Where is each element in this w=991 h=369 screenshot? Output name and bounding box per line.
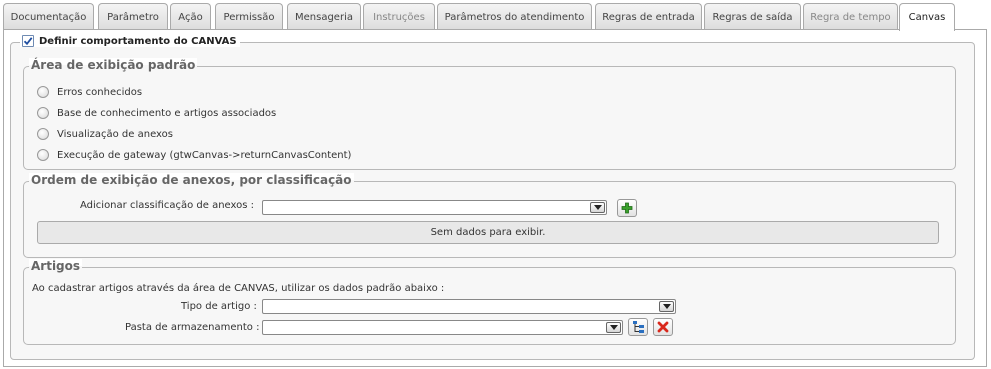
article-type-label: Tipo de artigo : xyxy=(181,301,257,312)
storage-folder-select[interactable] xyxy=(262,320,623,335)
browse-folder-button[interactable] xyxy=(628,318,648,336)
clear-folder-button[interactable] xyxy=(653,318,673,336)
tab-permissao[interactable]: Permissão xyxy=(215,3,283,30)
plus-icon xyxy=(621,202,633,214)
add-classification-label: Adicionar classificação de anexos : xyxy=(80,200,254,211)
radio-label: Execução de gateway (gtwCanvas->returnCa… xyxy=(57,149,352,161)
check-icon xyxy=(23,37,33,46)
chevron-down-icon[interactable] xyxy=(606,322,621,333)
chevron-down-icon[interactable] xyxy=(590,202,605,213)
articles-fieldset: Artigos Ao cadastrar artigos através da … xyxy=(23,259,956,345)
article-type-select[interactable] xyxy=(262,299,676,314)
close-icon xyxy=(657,321,669,333)
storage-folder-label: Pasta de armazenamento : xyxy=(125,322,260,333)
tab-parametro[interactable]: Parâmetro xyxy=(98,3,168,30)
radio-button[interactable] xyxy=(37,149,49,161)
canvas-settings-container: Área de exibição padrão Erros conhecidos… xyxy=(10,42,975,360)
articles-description: Ao cadastrar artigos através da área de … xyxy=(32,283,445,294)
radio-button[interactable] xyxy=(37,128,49,140)
radio-label: Base de conhecimento e artigos associado… xyxy=(57,107,277,119)
display-area-legend: Área de exibição padrão xyxy=(29,58,198,72)
display-area-fieldset: Área de exibição padrão Erros conhecidos… xyxy=(23,58,956,170)
tab-regras-entrada[interactable]: Regras de entrada xyxy=(595,3,702,30)
tab-parametros-atendimento[interactable]: Parâmetros do atendimento xyxy=(437,3,592,30)
radio-option-gateway[interactable]: Execução de gateway (gtwCanvas->returnCa… xyxy=(37,149,351,161)
tab-regras-saida[interactable]: Regras de saída xyxy=(704,3,801,30)
tab-acao[interactable]: Ação xyxy=(170,3,211,30)
add-classification-button[interactable] xyxy=(617,199,637,217)
chevron-down-icon[interactable] xyxy=(659,301,674,312)
attachments-empty-grid: Sem dados para exibir. xyxy=(37,221,939,244)
folder-tree-icon xyxy=(632,321,644,333)
tab-documentacao[interactable]: Documentação xyxy=(3,3,94,30)
radio-option-known-errors[interactable]: Erros conhecidos xyxy=(37,86,142,98)
radio-button[interactable] xyxy=(37,107,49,119)
radio-option-attachment-view[interactable]: Visualização de anexos xyxy=(37,128,173,140)
define-canvas-toggle[interactable]: Definir comportamento do CANVAS xyxy=(20,35,240,47)
tab-instrucoes[interactable]: Instruções xyxy=(363,3,435,30)
attachments-order-legend: Ordem de exibição de anexos, por classif… xyxy=(29,173,354,187)
define-canvas-label: Definir comportamento do CANVAS xyxy=(39,35,237,47)
attachment-classification-select[interactable] xyxy=(262,200,607,215)
tab-regra-tempo[interactable]: Regra de tempo xyxy=(803,3,898,30)
articles-legend: Artigos xyxy=(29,259,83,273)
radio-option-knowledge-base[interactable]: Base de conhecimento e artigos associado… xyxy=(37,107,276,119)
attachments-order-fieldset: Ordem de exibição de anexos, por classif… xyxy=(23,173,956,258)
tab-content-panel: Definir comportamento do CANVAS Área de … xyxy=(3,29,987,367)
define-canvas-checkbox[interactable] xyxy=(22,35,34,47)
empty-message: Sem dados para exibir. xyxy=(430,227,546,238)
radio-label: Erros conhecidos xyxy=(57,86,143,98)
radio-button[interactable] xyxy=(37,86,49,98)
tab-canvas[interactable]: Canvas xyxy=(899,3,955,31)
radio-label: Visualização de anexos xyxy=(57,128,173,140)
tab-mensageria[interactable]: Mensageria xyxy=(287,3,361,30)
